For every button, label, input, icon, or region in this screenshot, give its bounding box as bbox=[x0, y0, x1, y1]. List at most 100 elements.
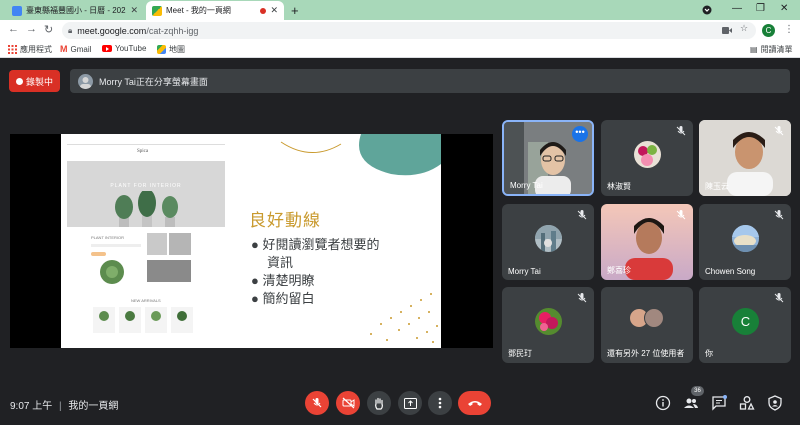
chat-icon[interactable] bbox=[711, 395, 727, 411]
bookmark-maps[interactable]: 地圖 bbox=[157, 44, 185, 55]
mic-off-icon bbox=[577, 293, 587, 303]
tab-strip: 臺東縣福豐國小 - 日曆 - 2021年… ✕ Meet - 我的一頁網 ✕ +… bbox=[0, 0, 800, 20]
slide-bullet-continued: 資訊 bbox=[267, 255, 294, 270]
back-arrow-icon[interactable]: ← bbox=[8, 23, 19, 35]
recording-label: 錄製中 bbox=[25, 76, 53, 87]
leave-call-button[interactable] bbox=[458, 391, 491, 415]
others-count-label: 還有另外 27 位使用者 bbox=[607, 349, 685, 358]
minimize-icon[interactable]: — bbox=[732, 3, 742, 14]
url-host: meet.google.com bbox=[77, 25, 147, 36]
reading-list[interactable]: ▤ 閱讀清單 bbox=[750, 44, 793, 55]
meet-icon bbox=[152, 5, 162, 16]
participant-tile[interactable]: 鄭喜珍 bbox=[601, 204, 693, 280]
camera-toggle-button[interactable] bbox=[336, 391, 360, 415]
participant-tile[interactable]: Chowen Song bbox=[699, 204, 791, 280]
participant-name: Chowen Song bbox=[705, 267, 756, 276]
bookmark-label: 地圖 bbox=[169, 45, 185, 54]
more-options-button[interactable] bbox=[428, 391, 452, 415]
host-controls-icon[interactable] bbox=[767, 395, 783, 411]
camera-off-icon bbox=[342, 397, 354, 409]
meeting-info: 9:07 上午 | 我的一頁網 bbox=[10, 397, 118, 412]
calendar-icon bbox=[12, 5, 22, 16]
reading-list-label: 閱讀清單 bbox=[760, 45, 793, 54]
bookmark-label: YouTube bbox=[115, 44, 147, 53]
raise-hand-button[interactable] bbox=[367, 391, 391, 415]
record-dot-icon bbox=[15, 77, 23, 85]
present-icon bbox=[403, 397, 417, 409]
people-count-badge: 36 bbox=[691, 386, 704, 396]
bookmark-gmail[interactable]: M Gmail bbox=[60, 44, 91, 54]
participant-tile[interactable]: Morry Tai bbox=[502, 204, 594, 280]
bookmark-label: Gmail bbox=[70, 44, 92, 54]
participant-tile[interactable]: 鄧民玎 bbox=[502, 287, 594, 363]
maps-icon bbox=[157, 45, 166, 54]
tab-meet[interactable]: Meet - 我的一頁網 ✕ bbox=[146, 1, 284, 20]
hand-icon bbox=[375, 397, 383, 410]
lock-icon: 🔒︎ bbox=[68, 25, 73, 35]
slide-bullet-list: ● 好閱讀瀏覽者想要的 資訊 ● 清楚明瞭 ● 簡約留白 bbox=[251, 234, 441, 314]
url-path: /cat-zqhh-igg bbox=[146, 25, 199, 36]
browser-menu-icon[interactable]: ⋮ bbox=[784, 24, 794, 35]
profile-avatar[interactable]: C bbox=[762, 24, 775, 37]
bookmark-youtube[interactable]: YouTube bbox=[102, 44, 146, 53]
mic-off-icon bbox=[577, 210, 587, 220]
presenter-avatar bbox=[78, 73, 93, 89]
activities-icon[interactable] bbox=[739, 395, 755, 411]
separator: | bbox=[59, 401, 62, 412]
slide-heading: 良好動線 bbox=[249, 211, 321, 230]
bookmark-apps[interactable]: 應用程式 bbox=[8, 44, 52, 55]
more-vert-icon bbox=[438, 397, 442, 409]
participant-tile[interactable]: 陳玉云 bbox=[699, 120, 791, 196]
browser-toolbar: ← → ↻ 🔒︎ meet.google.com/cat-zqhh-igg ☆ bbox=[0, 20, 800, 41]
slide-bullet: ● 好閱讀瀏覽者想要的 bbox=[251, 237, 380, 252]
participant-avatar bbox=[634, 141, 661, 168]
participant-name: 你 bbox=[705, 349, 713, 358]
slide-bullet: ● 簡約留白 bbox=[251, 291, 315, 306]
participant-tile[interactable]: 林淑賢 bbox=[601, 120, 693, 196]
close-tab-icon[interactable]: ✕ bbox=[270, 5, 278, 16]
current-time: 9:07 上午 bbox=[10, 401, 53, 412]
forward-arrow-icon[interactable]: → bbox=[26, 23, 37, 35]
mic-off-icon bbox=[312, 398, 322, 408]
tab-title: 臺東縣福豐國小 - 日曆 - 2021年… bbox=[26, 6, 126, 15]
address-bar[interactable]: 🔒︎ meet.google.com/cat-zqhh-igg bbox=[62, 22, 756, 39]
present-screen-button[interactable] bbox=[398, 391, 422, 415]
reload-icon[interactable]: ↻ bbox=[44, 23, 53, 36]
camera-in-use-icon[interactable] bbox=[722, 27, 732, 34]
meeting-details-icon[interactable] bbox=[655, 395, 671, 411]
presentation-banner-text: Morry Tai正在分享螢幕畫面 bbox=[99, 76, 208, 87]
gmail-icon: M bbox=[60, 44, 68, 54]
recording-button[interactable]: 錄製中 bbox=[9, 70, 60, 92]
slide-bullet: ● 清楚明瞭 bbox=[251, 273, 315, 288]
bookmarks-bar: 應用程式 M Gmail YouTube 地圖 ▤ 閱讀清單 bbox=[0, 41, 800, 58]
presentation-banner: Morry Tai正在分享螢幕畫面 bbox=[70, 69, 790, 93]
participant-name: Morry Tai bbox=[508, 267, 541, 276]
more-options-icon[interactable]: ••• bbox=[572, 126, 588, 142]
mic-off-icon bbox=[676, 126, 686, 136]
shared-slide: Spica PLANT FOR INTERIOR PLANT INTERIOR … bbox=[61, 134, 441, 348]
mic-off-icon bbox=[774, 293, 784, 303]
participant-avatar bbox=[732, 225, 759, 252]
bookmark-label: 應用程式 bbox=[20, 45, 52, 54]
tab-search-icon[interactable] bbox=[702, 5, 712, 15]
new-tab-button[interactable]: + bbox=[291, 3, 299, 18]
close-window-icon[interactable]: ✕ bbox=[780, 3, 788, 14]
participant-name: 陳玉云 bbox=[705, 182, 729, 191]
participant-name: 鄧民玎 bbox=[508, 349, 532, 358]
recording-indicator-icon bbox=[260, 7, 267, 14]
meeting-name: 我的一頁網 bbox=[68, 401, 119, 412]
participant-name: 鄭喜珍 bbox=[607, 266, 631, 275]
tab-calendar[interactable]: 臺東縣福豐國小 - 日曆 - 2021年… ✕ bbox=[6, 1, 144, 20]
youtube-icon bbox=[102, 45, 112, 52]
participant-name: 林淑賢 bbox=[607, 182, 631, 191]
close-tab-icon[interactable]: ✕ bbox=[130, 5, 138, 16]
others-tile[interactable]: 還有另外 27 位使用者 bbox=[601, 287, 693, 363]
self-tile[interactable]: C 你 bbox=[699, 287, 791, 363]
bookmark-star-icon[interactable]: ☆ bbox=[740, 23, 748, 34]
apps-grid-icon bbox=[8, 45, 17, 54]
others-avatar-group bbox=[629, 308, 669, 328]
people-icon[interactable] bbox=[683, 395, 699, 411]
participant-tile[interactable]: ••• Morry Tai bbox=[502, 120, 594, 196]
maximize-icon[interactable]: ❐ bbox=[756, 3, 765, 14]
mic-toggle-button[interactable] bbox=[305, 391, 329, 415]
